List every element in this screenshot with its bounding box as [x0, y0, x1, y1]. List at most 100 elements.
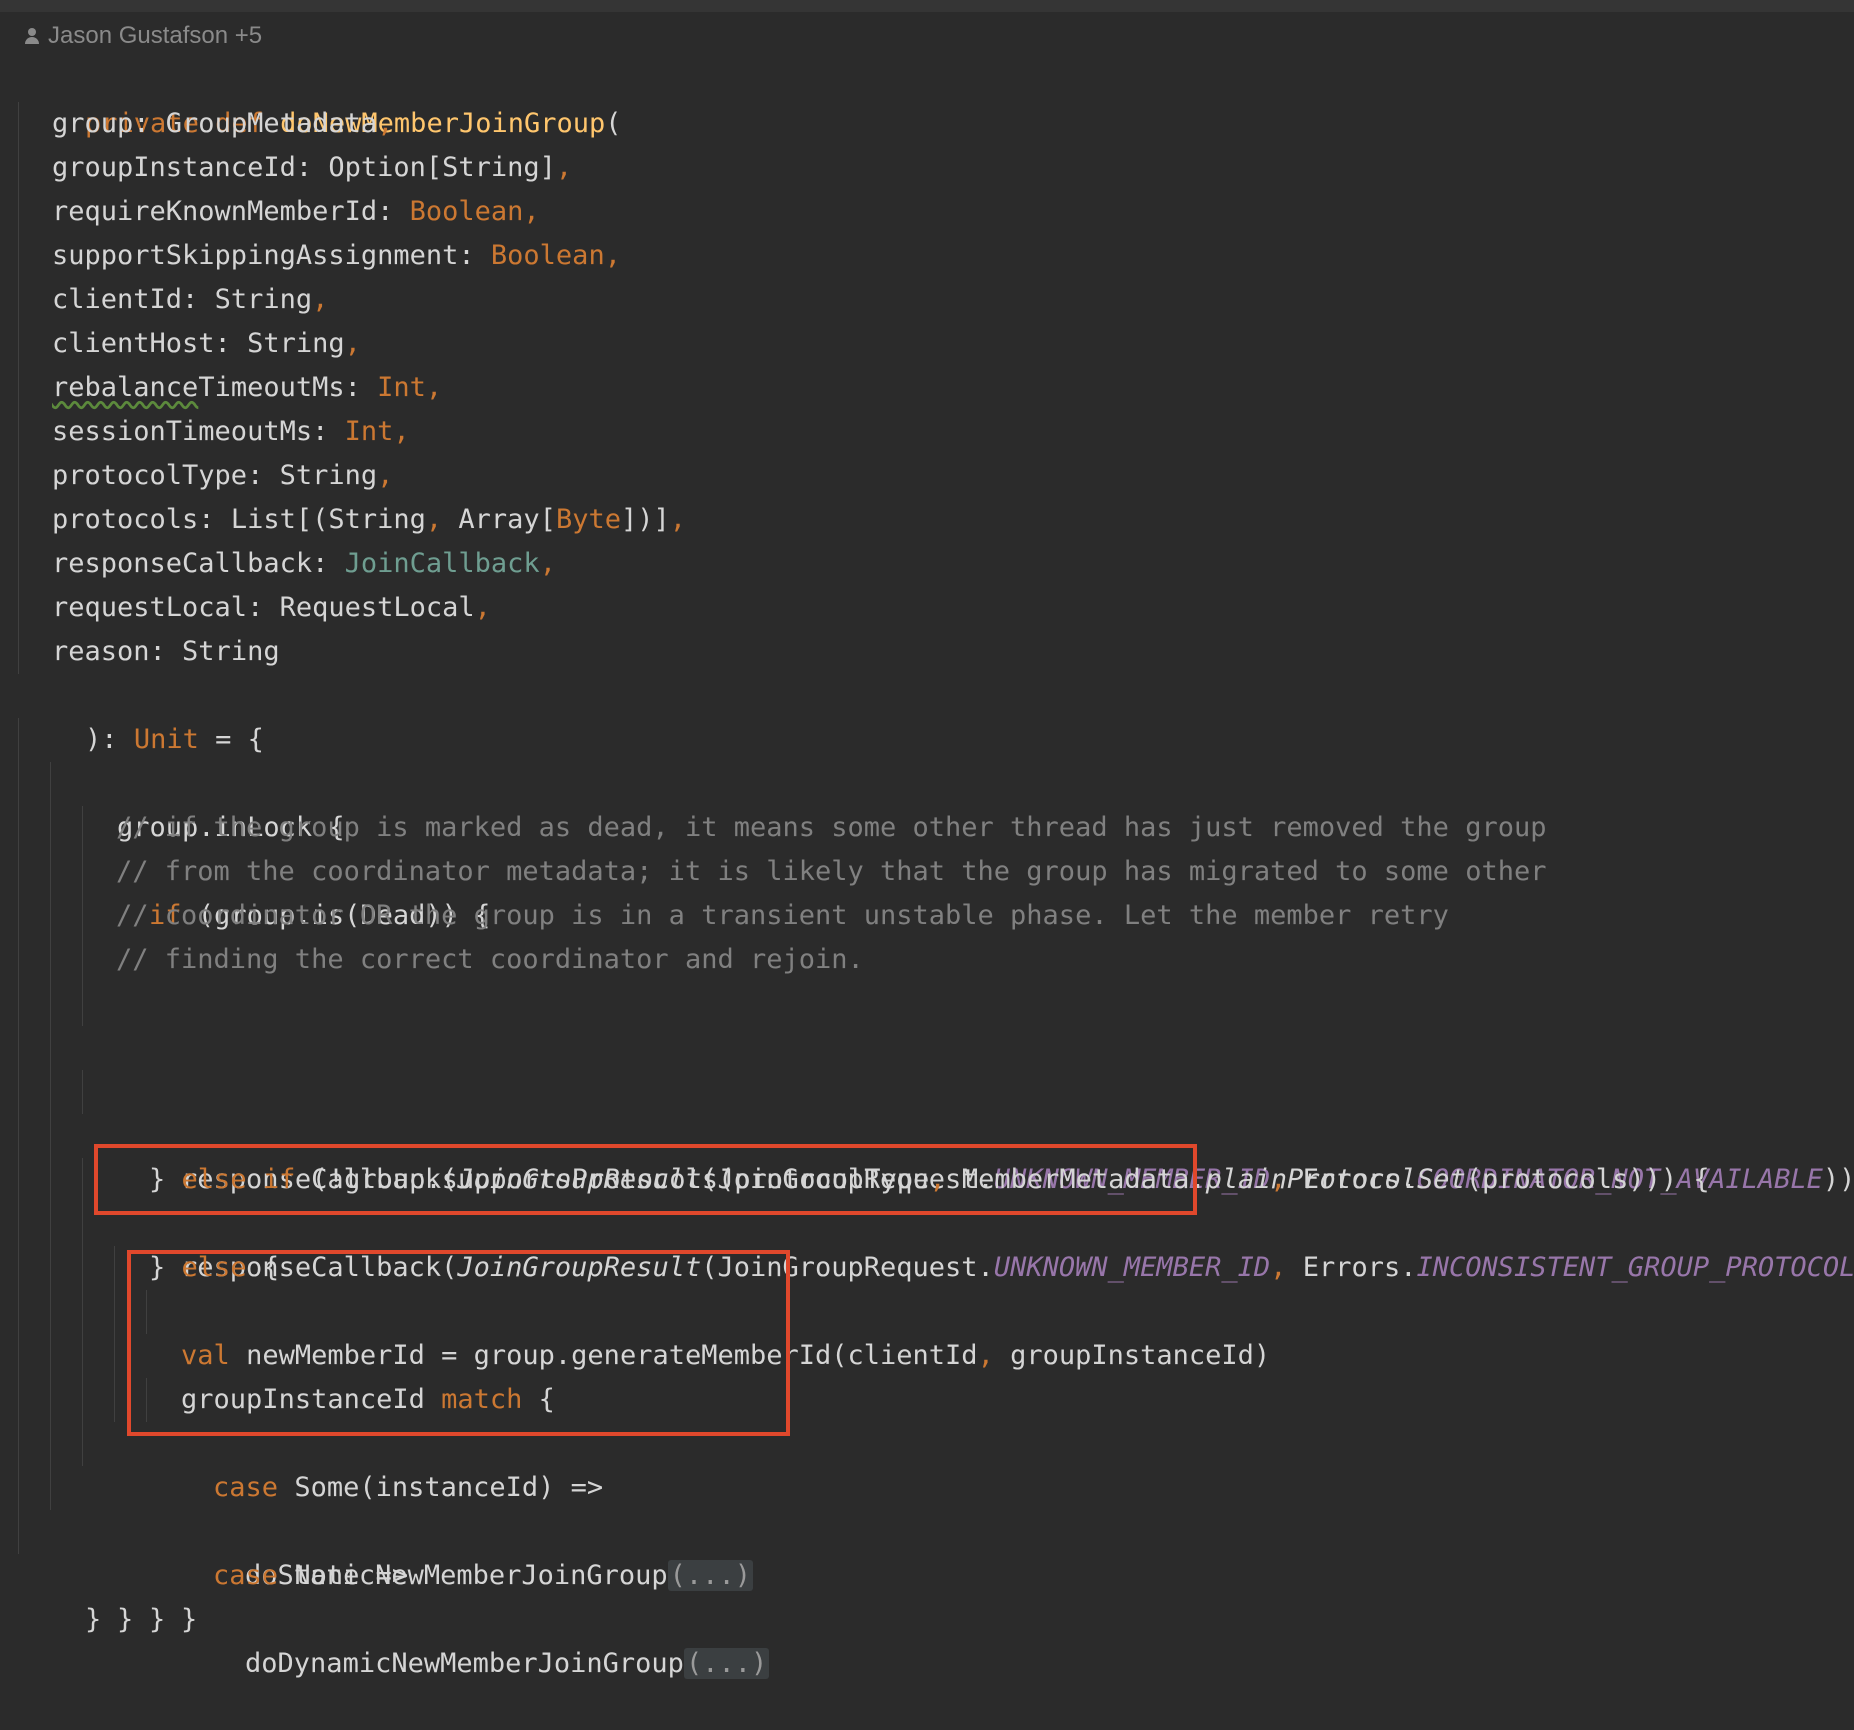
- indent-guide: [50, 1422, 51, 1466]
- code-line-inlock: group.inLock {: [0, 718, 1854, 843]
- indent-guide: [18, 806, 19, 850]
- param-name: protocols:: [52, 504, 231, 535]
- indent-guide: [50, 1026, 51, 1070]
- comment-text: // from the coordinator metadata; it is …: [116, 856, 1547, 887]
- indent-guide: [50, 982, 51, 1026]
- param-type: GroupMetadata: [165, 108, 378, 139]
- param-separator: ,: [377, 460, 394, 491]
- param-type: String: [182, 636, 280, 667]
- param-name: supportSkippingAssignment:: [52, 240, 491, 271]
- code-line-comment: // from the coordinator metadata; it is …: [0, 850, 1854, 894]
- indent-guide: [18, 850, 19, 894]
- param-type: String: [279, 460, 378, 491]
- param-name: requireKnownMemberId:: [52, 196, 410, 227]
- indent-guide: [18, 1026, 19, 1070]
- param-separator: ,: [425, 372, 443, 403]
- indent-guide: [18, 1290, 19, 1334]
- code-line-callback-2: responseCallback(JoinGroupResult(JoinGro…: [0, 1070, 1854, 1283]
- param-type: Int: [344, 416, 394, 447]
- code-line-param: protocolType: String,: [0, 454, 1854, 498]
- code-line-comment: // finding the correct coordinator and r…: [0, 938, 1854, 982]
- indent-guide: [82, 1158, 83, 1202]
- param-type: Boolean: [490, 240, 605, 271]
- spelling-warning[interactable]: rebalance: [52, 372, 198, 403]
- indent-guide: [18, 542, 19, 586]
- close-brace: }: [85, 1604, 102, 1635]
- code-line-param: group: GroupMetadata,: [0, 102, 1854, 146]
- indent-guide: [18, 1114, 19, 1158]
- indent-guide: [82, 1422, 83, 1466]
- indent-guide: [18, 1510, 19, 1554]
- indent-guide: [18, 762, 19, 806]
- code-line-case-none: case None =>: [0, 1334, 1854, 1591]
- folded-arguments-dynamic[interactable]: (...): [683, 1648, 770, 1679]
- code-line-param: responseCallback: JoinCallback,: [0, 542, 1854, 586]
- indent-guide: [18, 410, 19, 454]
- param-separator: ,: [555, 152, 573, 183]
- indent-guide: [82, 1246, 83, 1290]
- code-line-param: clientHost: String,: [0, 322, 1854, 366]
- param-name: sessionTimeoutMs:: [52, 416, 345, 447]
- indent-guide: [18, 498, 19, 542]
- code-line-callback-1: responseCallback(JoinGroupResult(JoinGro…: [0, 982, 1854, 1195]
- code-line-close-match: }: [0, 1422, 1854, 1635]
- indent-guide: [50, 1290, 51, 1334]
- type-token: ,: [425, 504, 459, 535]
- code-line-dynamic-call: doDynamicNewMemberJoinGroup(...): [0, 1378, 1854, 1679]
- indent-guide: [18, 234, 19, 278]
- param-separator: ,: [344, 328, 361, 359]
- code-line-param: protocols: List[(String, Array[Byte])],: [0, 498, 1854, 542]
- indent-guide: [18, 322, 19, 366]
- indent-guide: [82, 1290, 83, 1334]
- indent-guide: [50, 1202, 51, 1246]
- indent-guide: [82, 894, 83, 938]
- indent-guide: [50, 1070, 51, 1114]
- param-separator: ,: [539, 548, 556, 579]
- type-token: ])]: [620, 504, 670, 535]
- code-line-param: reason: String: [0, 630, 1854, 674]
- indent-guide: [114, 1378, 115, 1422]
- param-type: Boolean: [409, 196, 524, 227]
- editor-top-strip: [0, 0, 1854, 12]
- param-type: String: [214, 284, 313, 315]
- indent-guide: [18, 278, 19, 322]
- comment-text: // finding the correct coordinator and r…: [116, 944, 864, 975]
- code-line-else-if: } else if (!group.supportsProtocols(prot…: [0, 1026, 1854, 1195]
- indent-guide: [18, 454, 19, 498]
- param-name: clientId:: [52, 284, 215, 315]
- param-separator: ,: [474, 592, 491, 623]
- indent-guide: [18, 1158, 19, 1202]
- type-token: Array[: [458, 504, 556, 535]
- code-line-static-call: doStaticNewMemberJoinGroup(...): [0, 1290, 1854, 1591]
- param-name: reason:: [52, 636, 183, 667]
- code-line-comment: // if the group is marked as dead, it me…: [0, 806, 1854, 850]
- indent-guide: [82, 1202, 83, 1246]
- param-separator: ,: [669, 504, 687, 535]
- param-type: JoinCallback: [344, 548, 540, 579]
- code-line-close-inlock: }: [0, 1510, 1854, 1635]
- indent-guide: [50, 1246, 51, 1290]
- code-editor[interactable]: private def doNewMemberJoinGroup( group:…: [0, 58, 1854, 1679]
- indent-guide: [18, 1334, 19, 1378]
- comment-text: // coordinator OR the group is in a tran…: [116, 900, 1449, 931]
- code-vision-author[interactable]: Jason Gustafson +5: [24, 22, 262, 50]
- person-icon: [24, 27, 40, 45]
- code-line-param: requireKnownMemberId: Boolean,: [0, 190, 1854, 234]
- code-line-param: clientId: String,: [0, 278, 1854, 322]
- param-name: protocolType:: [52, 460, 280, 491]
- close-brace: }: [117, 1604, 134, 1635]
- indent-guide: [82, 806, 83, 850]
- param-type: RequestLocal: [279, 592, 475, 623]
- code-line-param: groupInstanceId: Option[String],: [0, 146, 1854, 190]
- param-separator: ,: [377, 108, 394, 139]
- indent-guide: [146, 1378, 147, 1422]
- code-line-param: sessionTimeoutMs: Int,: [0, 410, 1854, 454]
- indent-guide: [18, 718, 19, 762]
- indent-guide: [18, 190, 19, 234]
- param-type: List[(String, Array[Byte])]: [231, 504, 670, 535]
- indent-guide: [18, 938, 19, 982]
- indent-guide: [82, 1378, 83, 1422]
- indent-guide: [114, 1334, 115, 1378]
- code-line-match: groupInstanceId match {: [0, 1202, 1854, 1415]
- code-line-param: requestLocal: RequestLocal,: [0, 586, 1854, 630]
